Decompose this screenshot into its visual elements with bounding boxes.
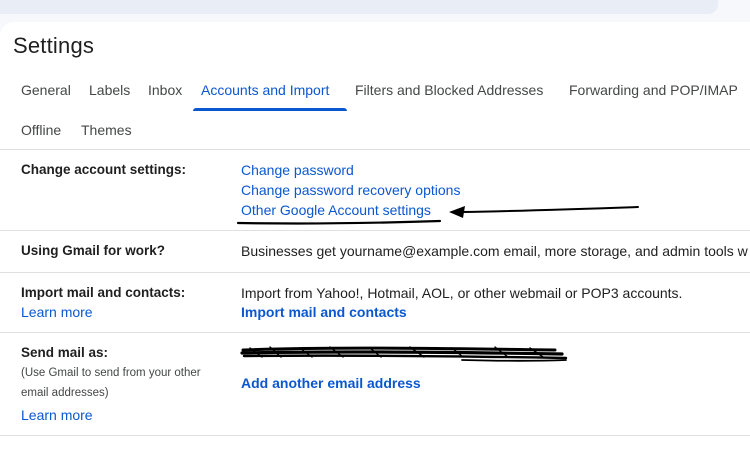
tab-inbox[interactable]: Inbox — [148, 82, 182, 98]
tab-accounts-and-import[interactable]: Accounts and Import — [201, 82, 329, 98]
send-mail-as-hint-line-1: (Use Gmail to send from your other — [21, 367, 201, 379]
row-divider — [0, 435, 750, 436]
tab-forwarding-and-pop-imap[interactable]: Forwarding and POP/IMAP — [569, 82, 738, 98]
row-divider — [0, 272, 750, 273]
row-divider — [0, 332, 750, 333]
tab-general[interactable]: General — [21, 82, 71, 98]
change-password-recovery-link[interactable]: Change password recovery options — [241, 182, 460, 198]
gmail-settings-page: Settings General Labels Inbox Accounts a… — [0, 0, 750, 452]
tab-labels[interactable]: Labels — [89, 82, 130, 98]
import-mail-label: Import mail and contacts: — [21, 285, 186, 300]
tab-themes[interactable]: Themes — [81, 122, 132, 138]
send-mail-as-hint-line-2: email addresses) — [21, 387, 109, 399]
tab-offline[interactable]: Offline — [21, 122, 61, 138]
import-mail-and-contacts-link[interactable]: Import mail and contacts — [241, 304, 407, 320]
import-mail-description: Import from Yahoo!, Hotmail, AOL, or oth… — [241, 285, 683, 301]
tabs-divider — [0, 149, 750, 150]
active-tab-indicator — [193, 108, 347, 111]
row-divider — [0, 230, 750, 231]
import-mail-learn-more-link[interactable]: Learn more — [21, 304, 93, 320]
change-account-settings-label: Change account settings: — [21, 162, 187, 177]
gmail-for-work-label: Using Gmail for work? — [21, 243, 166, 258]
page-title: Settings — [13, 33, 95, 58]
add-another-email-address-link[interactable]: Add another email address — [241, 375, 421, 391]
send-mail-as-label: Send mail as: — [21, 345, 109, 360]
send-mail-as-learn-more-link[interactable]: Learn more — [21, 407, 93, 423]
gmail-for-work-text: Businesses get yourname@example.com emai… — [241, 243, 748, 259]
tab-filters-and-blocked-addresses[interactable]: Filters and Blocked Addresses — [355, 82, 543, 98]
top-search-strip — [0, 0, 718, 14]
other-google-account-settings-link[interactable]: Other Google Account settings — [241, 202, 431, 218]
change-password-link[interactable]: Change password — [241, 162, 354, 178]
